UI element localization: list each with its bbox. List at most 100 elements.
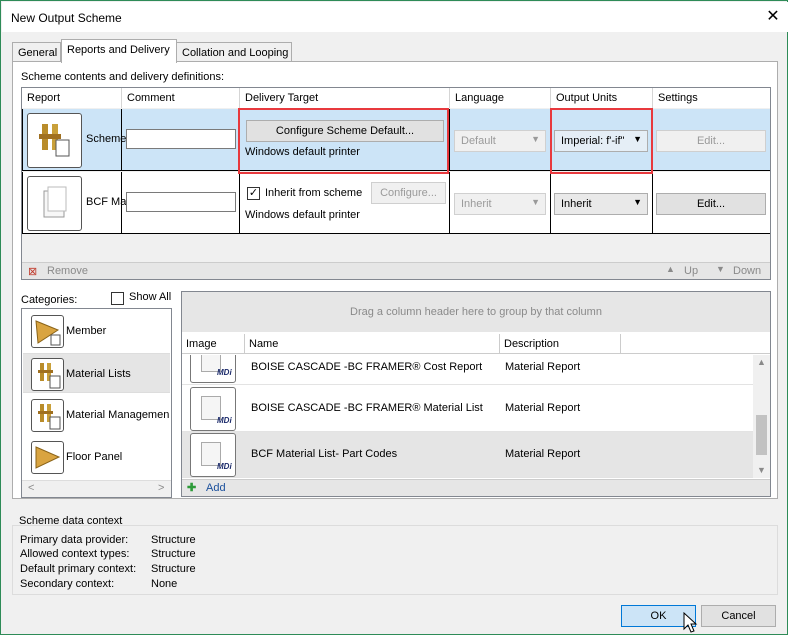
context-value: Structure [151,548,196,560]
library-toolbar: ✚ Add [182,479,770,496]
library-row-name: BOISE CASCADE -BC FRAMER® Material List [251,402,483,414]
col-header-report[interactable]: Report [22,88,122,108]
member-icon [31,315,64,348]
cancel-button[interactable]: Cancel [701,605,776,627]
language-cell: Default ▼ [450,109,551,171]
close-icon[interactable]: ✕ [764,8,782,26]
scroll-up-icon[interactable]: ▲ [757,357,766,367]
library-row[interactable]: MDi BOISE CASCADE -BC FRAMER® Material L… [182,386,753,432]
output-units-select[interactable]: Inherit ▼ [554,193,648,215]
edit-settings-button[interactable]: Edit... [656,193,766,215]
library-row-description: Material Report [505,402,581,414]
tab-general[interactable]: General [12,42,61,63]
delivery-cell: ✓ Inherit from scheme Configure... Windo… [240,172,450,234]
floor-panel-icon [31,441,64,474]
report-icon: MDi [190,433,236,477]
material-management-icon [31,399,64,432]
category-label: Member [66,325,107,337]
language-value: Default [461,135,496,147]
col-header-comment[interactable]: Comment [122,88,240,108]
col-header-image[interactable]: Image [186,338,217,350]
remove-button[interactable]: Remove [47,265,88,277]
chevron-left-icon[interactable]: < [28,482,34,494]
remove-icon: ⊠ [28,266,38,278]
group-by-area[interactable]: Drag a column header here to group by th… [182,292,770,332]
scheme-row[interactable]: BCF Ma ✓ Inherit from scheme Configure..… [22,172,770,234]
library-row-name: BCF Material List- Part Codes [251,448,398,460]
category-item[interactable]: Floor Panel [23,437,170,477]
library-row-description: Material Report [505,448,581,460]
col-header-language[interactable]: Language [450,88,551,108]
settings-cell: Edit... [653,172,770,234]
report-cell: Scheme [22,109,126,171]
language-select[interactable]: Default ▼ [454,130,546,152]
category-item[interactable]: Material Managemen [23,395,170,435]
col-header-description[interactable]: Description [504,338,559,350]
settings-cell: Edit... [653,109,770,171]
printer-label: Windows default printer [245,209,360,221]
report-cell: BCF Ma [22,172,126,234]
configure-button[interactable]: Configure... [371,182,446,204]
chevron-right-icon[interactable]: > [158,482,164,494]
category-item[interactable]: Material Lists [23,353,170,393]
context-label: Secondary context: [20,578,115,590]
scroll-down-icon[interactable]: ▼ [757,465,766,475]
categories-label: Categories: [21,294,78,306]
comment-input[interactable] [126,192,236,212]
context-value: None [151,578,178,590]
highlight-box [238,108,449,174]
up-arrow-icon: ▲ [666,264,675,274]
report-icon: MDi [190,387,236,431]
report-icon: MDi [190,355,236,383]
comment-cell [122,109,240,171]
category-label: Material Lists [66,368,131,380]
add-button[interactable]: Add [206,482,226,494]
col-header-settings[interactable]: Settings [653,88,770,108]
title-bar: New Output Scheme ✕ [2,2,788,32]
show-all-checkbox[interactable] [111,292,124,305]
chevron-down-icon: ▼ [531,134,540,144]
language-select[interactable]: Inherit ▼ [454,193,546,215]
context-value: Structure [151,563,196,575]
down-arrow-icon: ▼ [716,264,725,274]
scroll-thumb[interactable] [756,415,767,455]
chevron-down-icon: ▼ [531,197,540,207]
library-row[interactable]: MDi BCF Material List- Part Codes Materi… [182,432,753,478]
chevron-down-icon: ▼ [633,197,642,207]
library-scrollbar[interactable]: ▲ ▼ [753,355,770,478]
col-header-delivery[interactable]: Delivery Target [240,88,450,108]
context-value: Structure [151,534,196,546]
tab-collation-and-looping[interactable]: Collation and Looping [176,42,292,63]
library-row-description: Material Report [505,361,581,373]
grid-toolbar: ⊠ Remove ▲ Up ▼ Down [22,262,770,279]
units-cell: Inherit ▼ [551,172,653,234]
category-label: Material Managemen [66,409,170,421]
category-label: Floor Panel [66,451,123,463]
language-cell: Inherit ▼ [450,172,551,234]
inherit-label: Inherit from scheme [265,187,363,199]
library-rows: MDi BOISE CASCADE -BC FRAMER® Cost Repor… [182,355,753,478]
report-name: Scheme [86,133,127,145]
up-button[interactable]: Up [684,265,698,277]
context-label: Allowed context types: [20,548,130,560]
material-list-icon [31,358,64,391]
library-row-name: BOISE CASCADE -BC FRAMER® Cost Report [251,361,483,373]
material-list-icon [27,113,82,168]
add-icon: ✚ [187,482,197,494]
inherit-checkbox[interactable]: ✓ [247,187,260,200]
library-header: Image Name Description [182,334,770,354]
language-value: Inherit [461,198,492,210]
comment-input[interactable] [126,129,236,149]
col-header-name[interactable]: Name [249,338,278,350]
mouse-cursor-icon [683,612,698,633]
library-row[interactable]: MDi BOISE CASCADE -BC FRAMER® Cost Repor… [182,355,753,385]
col-header-units[interactable]: Output Units [551,88,653,108]
show-all-label: Show All [129,291,172,303]
tab-reports-and-delivery[interactable]: Reports and Delivery [61,39,177,63]
dialog-window: New Output Scheme ✕ General Reports and … [0,0,788,635]
window-title: New Output Scheme [11,11,122,25]
category-item[interactable]: Member [23,311,170,351]
edit-settings-button[interactable]: Edit... [656,130,766,152]
categories-scrollbar[interactable]: < > [22,480,171,497]
down-button[interactable]: Down [733,265,761,277]
